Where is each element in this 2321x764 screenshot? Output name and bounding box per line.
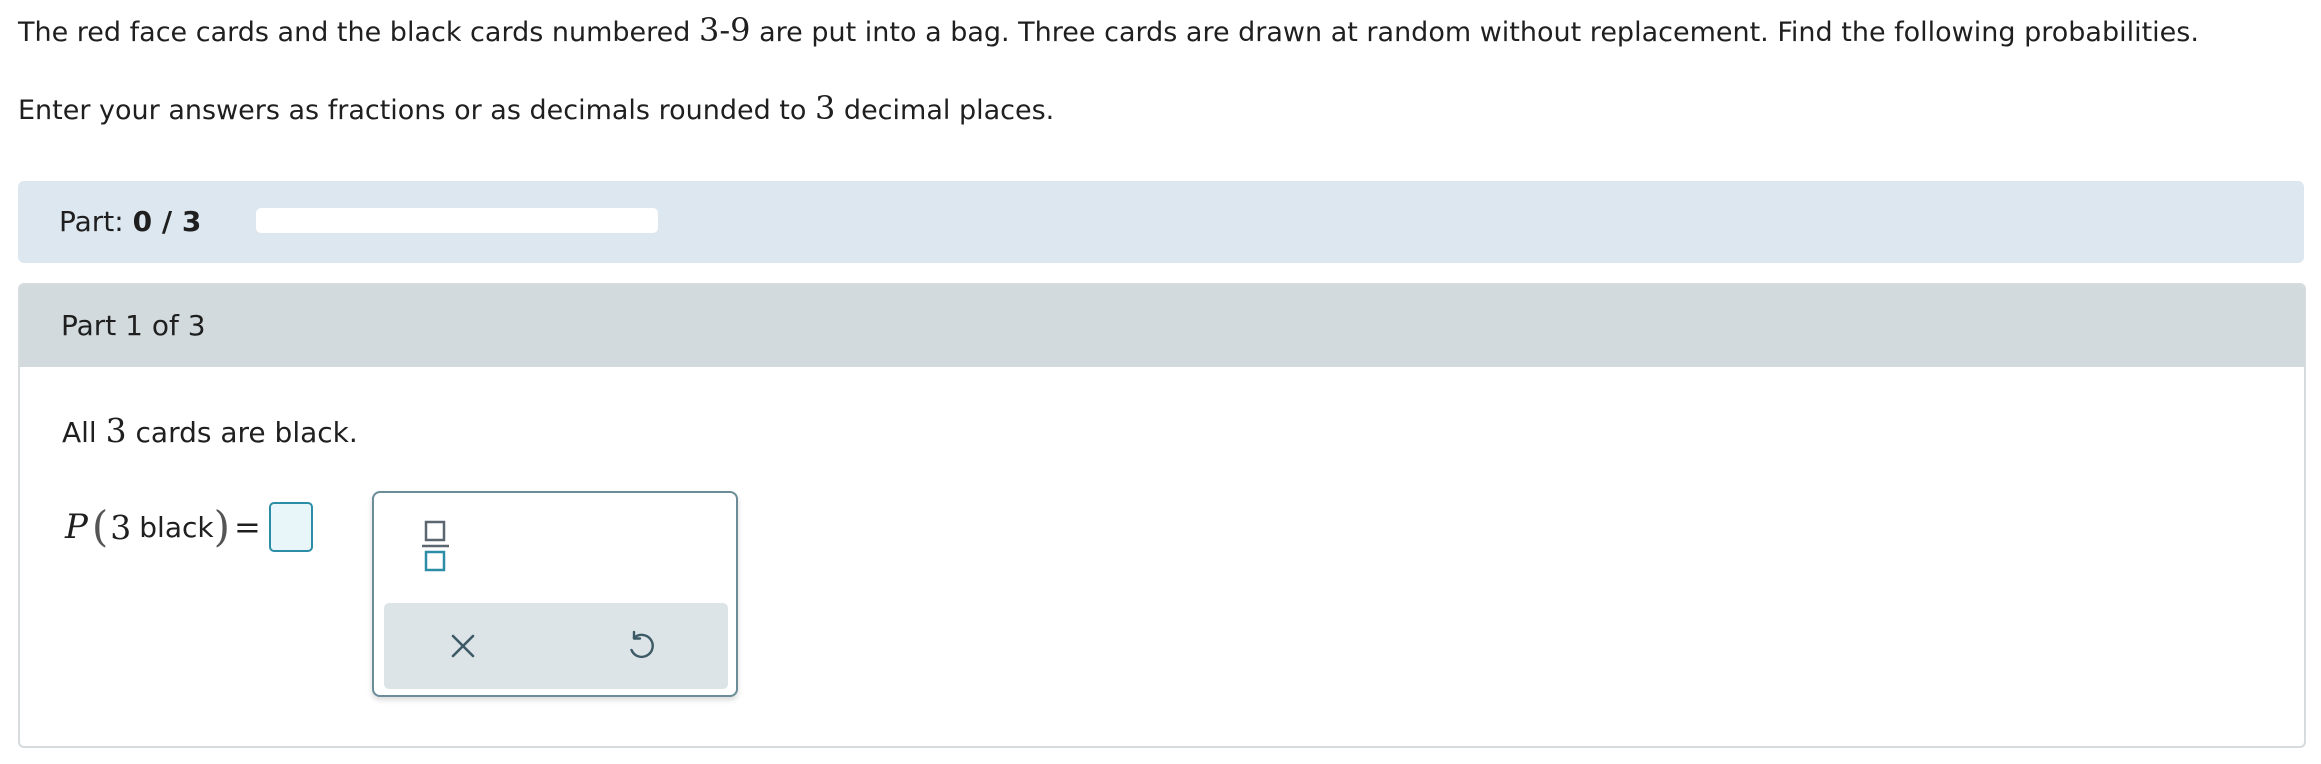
question-number: 3 bbox=[105, 411, 127, 450]
part-progress-value: 0 / 3 bbox=[132, 205, 202, 238]
probability-function: P bbox=[65, 507, 88, 547]
close-paren: ) bbox=[213, 502, 230, 551]
close-icon-svg bbox=[451, 634, 475, 658]
part-header: Part 1 of 3 bbox=[20, 285, 2304, 367]
instruction-text-cont: decimal places. bbox=[835, 95, 1055, 126]
decimal-places-number: 3 bbox=[814, 89, 836, 127]
part-progress-label: Part: 0 / 3 bbox=[59, 204, 201, 240]
card-range: 3-9 bbox=[698, 11, 751, 49]
question-text-end: cards are black. bbox=[126, 416, 358, 449]
answer-input[interactable] bbox=[268, 502, 313, 552]
undo-icon-svg bbox=[630, 630, 654, 659]
equals-sign: = bbox=[234, 508, 261, 546]
problem-intro-line-2: Enter your answers as fractions or as de… bbox=[18, 90, 2308, 129]
question-text: All 3 cards are black. bbox=[62, 411, 358, 453]
formula-word: black bbox=[139, 510, 214, 544]
probability-formula: P ( 3 black ) = bbox=[65, 499, 313, 555]
instruction-text: Enter your answers as fractions or as de… bbox=[18, 95, 815, 126]
undo-icon[interactable] bbox=[623, 629, 657, 663]
question-text-start: All bbox=[62, 416, 106, 449]
formula-count: 3 bbox=[110, 507, 132, 547]
fraction-template-svg bbox=[422, 520, 449, 572]
open-paren: ( bbox=[91, 502, 109, 551]
part-header-title: Part 1 of 3 bbox=[61, 309, 206, 342]
part-progress-bar: Part: 0 / 3 bbox=[18, 181, 2304, 263]
fraction-template-icon[interactable] bbox=[419, 517, 453, 575]
close-icon[interactable] bbox=[446, 629, 480, 663]
part-label-text: Part: bbox=[59, 205, 133, 238]
part-panel: Part 1 of 3 All 3 cards are black. P ( 3… bbox=[18, 283, 2306, 748]
intro-text: The red face cards and the black cards n… bbox=[18, 17, 699, 48]
progress-track bbox=[256, 208, 658, 233]
palette-actions bbox=[384, 603, 728, 689]
intro-text-cont: are put into a bag. Three cards are draw… bbox=[750, 17, 2199, 48]
math-palette bbox=[372, 491, 738, 697]
problem-intro-line-1: The red face cards and the black cards n… bbox=[18, 12, 2308, 51]
